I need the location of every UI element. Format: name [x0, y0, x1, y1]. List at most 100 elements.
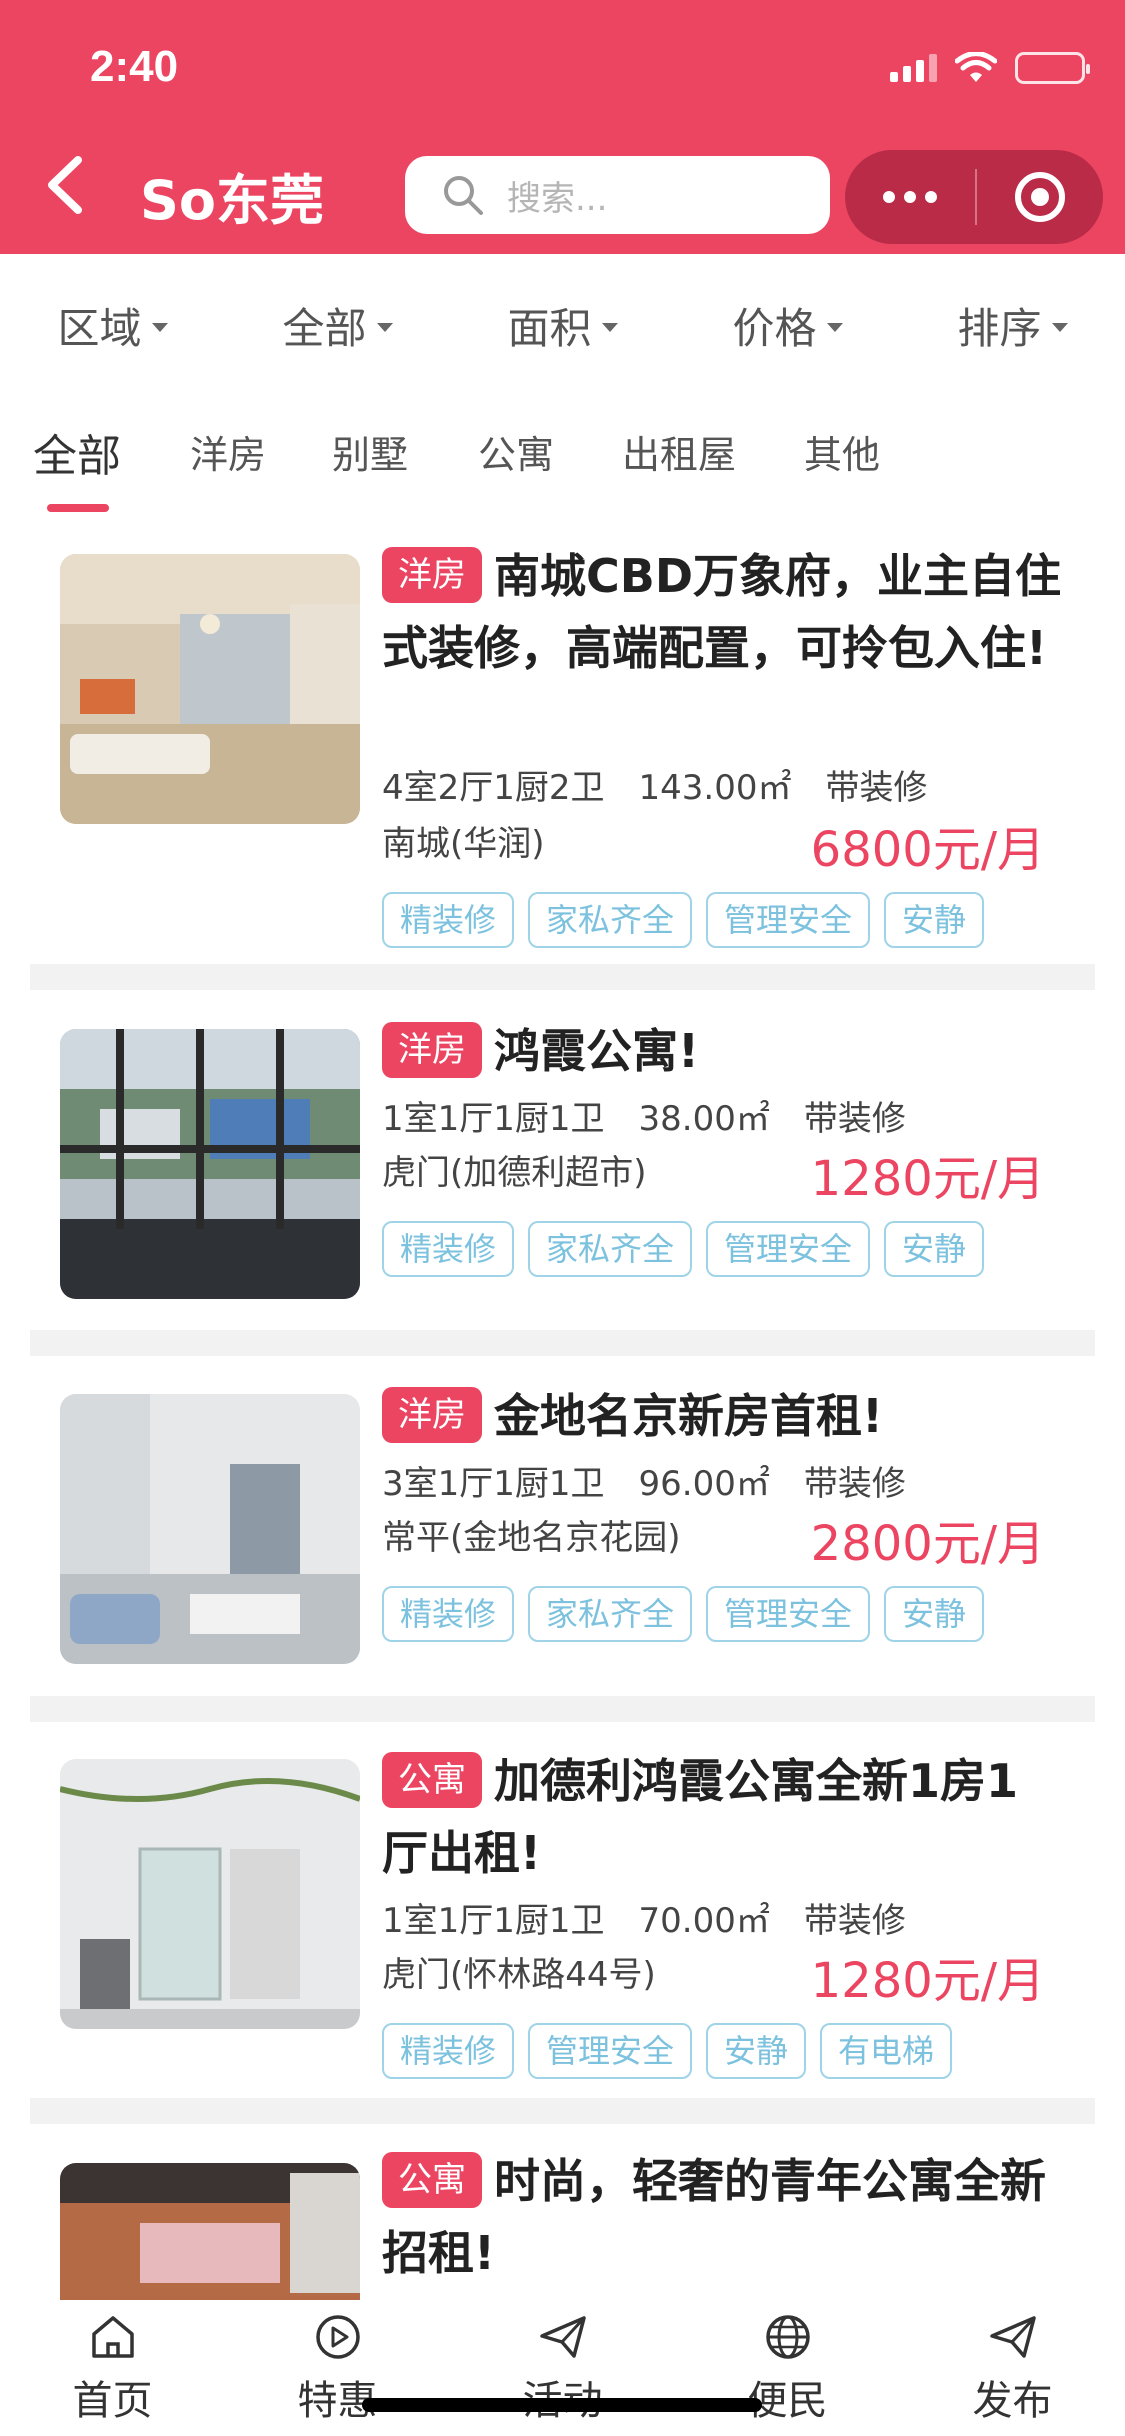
listing-photo — [60, 1029, 360, 1299]
listing-decor: 带装修 — [803, 1901, 906, 1941]
search-icon — [444, 176, 483, 215]
listing-badge: 洋房 — [382, 1022, 482, 1078]
listing-title-block: 洋房 鸿霞公寓! — [382, 1015, 1062, 1087]
filter-label: 排序 — [957, 303, 1042, 353]
tag: 有电梯 — [820, 2023, 953, 2079]
nav-label: 便民 — [747, 2378, 828, 2424]
listing-location: 虎门(怀林路44号) — [382, 1955, 656, 1995]
tab-villa[interactable]: 别墅 — [332, 424, 408, 479]
play-circle-icon — [315, 2315, 360, 2359]
listing-separator — [30, 964, 1095, 990]
app-title: So东莞 — [140, 169, 324, 232]
tag: 安静 — [706, 2023, 807, 2079]
listing-layout: 1室1厅1厨1卫 — [382, 1099, 605, 1139]
listing-specs: 3室1厅1厨1卫 96.00㎡ 带装修 — [382, 1456, 906, 1505]
filter-label: 面积 — [507, 303, 592, 353]
filter-area[interactable]: 面积 — [507, 295, 618, 356]
tag: 家私齐全 — [528, 1221, 693, 1277]
tab-all[interactable]: 全部 — [33, 420, 121, 484]
category-tabs: 全部 洋房 别墅 公寓 出租屋 其他 — [0, 420, 1125, 520]
tab-apartment[interactable]: 公寓 — [478, 424, 554, 479]
listing-tags: 精装修 家私齐全 管理安全 安静 — [382, 1586, 985, 1642]
listing-area: 143.00㎡ — [638, 768, 792, 808]
listing-decor: 带装修 — [803, 1464, 906, 1504]
listing-photo — [60, 2163, 360, 2300]
tag: 家私齐全 — [528, 1586, 693, 1642]
filter-bar: 区域 全部 面积 价格 排序 — [0, 270, 1125, 380]
caret-down-icon — [1051, 322, 1068, 332]
listing-badge: 公寓 — [382, 2152, 482, 2208]
filter-label: 全部 — [282, 303, 367, 353]
status-icons — [890, 50, 1090, 86]
signal-icon — [890, 54, 937, 82]
tag: 安静 — [884, 892, 985, 948]
listing-price: 6800元/月 — [810, 822, 1045, 878]
home-icon — [91, 2316, 134, 2358]
listing-specs: 1室1厅1厨1卫 38.00㎡ 带装修 — [382, 1091, 906, 1140]
filter-all[interactable]: 全部 — [282, 295, 393, 356]
home-indicator[interactable] — [362, 2398, 762, 2412]
tab-yangfang[interactable]: 洋房 — [190, 424, 266, 479]
tag: 管理安全 — [528, 2023, 693, 2079]
listing-area: 96.00㎡ — [638, 1464, 770, 1504]
listing-title: 南城CBD万象府，业主自住式装修，高端配置，可拎包入住! — [382, 549, 1062, 675]
listing-separator — [30, 1696, 1095, 1722]
bottom-nav: 首页 特惠 活动 便民 发布 — [0, 2300, 1125, 2436]
screen: 2:40 So东莞 搜索... 区域 全部 面积 价格 排序 全部 洋房 别墅 … — [0, 0, 1125, 2436]
listing-tags: 精装修 管理安全 安静 有电梯 — [382, 2023, 953, 2079]
caret-down-icon — [826, 322, 843, 332]
caret-down-icon — [601, 322, 618, 332]
filter-region[interactable]: 区域 — [57, 295, 168, 356]
listing-area: 38.00㎡ — [638, 1099, 770, 1139]
tag: 管理安全 — [706, 892, 871, 948]
listing-title-block: 洋房 南城CBD万象府，业主自住式装修，高端配置，可拎包入住! — [382, 540, 1062, 684]
listing-specs: 1室1厅1厨1卫 70.00㎡ 带装修 — [382, 1893, 906, 1942]
listing-location: 常平(金地名京花园) — [382, 1518, 681, 1558]
tab-other[interactable]: 其他 — [804, 424, 880, 479]
filter-price[interactable]: 价格 — [732, 295, 843, 356]
tab-rental-room[interactable]: 出租屋 — [622, 424, 736, 479]
listing-area: 70.00㎡ — [638, 1901, 770, 1941]
wifi-icon — [955, 52, 997, 82]
listing-badge: 洋房 — [382, 547, 482, 603]
tab-active-indicator — [47, 504, 109, 512]
battery-icon — [1015, 52, 1090, 84]
listing-decor: 带装修 — [803, 1099, 906, 1139]
nav-publish[interactable]: 发布 — [933, 2300, 1093, 2436]
search-input[interactable]: 搜索... — [405, 156, 830, 234]
app-header: 2:40 So东莞 搜索... — [0, 0, 1125, 254]
listing-layout: 1室1厅1厨1卫 — [382, 1901, 605, 1941]
nav-deals[interactable]: 特惠 — [258, 2300, 418, 2436]
listing-separator — [30, 2098, 1095, 2124]
back-icon[interactable] — [40, 150, 90, 220]
nav-label: 首页 — [72, 2378, 153, 2424]
listing-layout: 4室2厅1厨2卫 — [382, 768, 605, 808]
listing-price: 2800元/月 — [810, 1516, 1045, 1572]
listing-tags: 精装修 家私齐全 管理安全 安静 — [382, 1221, 985, 1277]
nav-label: 发布 — [972, 2378, 1053, 2424]
listing-photo — [60, 1759, 360, 2029]
listing-title: 鸿霞公寓! — [494, 1024, 699, 1078]
search-placeholder: 搜索... — [507, 178, 608, 219]
nav-label: 特惠 — [297, 2378, 378, 2424]
listing-location: 南城(华润) — [382, 824, 545, 864]
nav-services[interactable]: 便民 — [708, 2300, 868, 2436]
nav-home[interactable]: 首页 — [33, 2300, 193, 2436]
listing-tags: 精装修 家私齐全 管理安全 安静 — [382, 892, 985, 948]
listing-layout: 3室1厅1厨1卫 — [382, 1464, 605, 1504]
listing-title-block: 洋房 金地名京新房首租! — [382, 1380, 1062, 1452]
close-target-icon[interactable] — [977, 150, 1103, 244]
status-time: 2:40 — [90, 42, 179, 91]
miniprogram-capsule — [845, 150, 1103, 244]
listing-photo — [60, 554, 360, 824]
more-icon[interactable] — [845, 150, 975, 244]
filter-sort[interactable]: 排序 — [957, 295, 1068, 356]
listing-decor: 带装修 — [825, 768, 928, 808]
listing-title-block: 公寓 时尚，轻奢的青年公寓全新招租! — [382, 2145, 1062, 2289]
caret-down-icon — [376, 322, 393, 332]
listing-title-block: 公寓 加德利鸿霞公寓全新1房1厅出租! — [382, 1745, 1062, 1889]
caret-down-icon — [151, 322, 168, 332]
filter-label: 区域 — [57, 303, 142, 353]
listing-title: 金地名京新房首租! — [494, 1389, 883, 1443]
nav-activity[interactable]: 活动 — [483, 2300, 643, 2436]
